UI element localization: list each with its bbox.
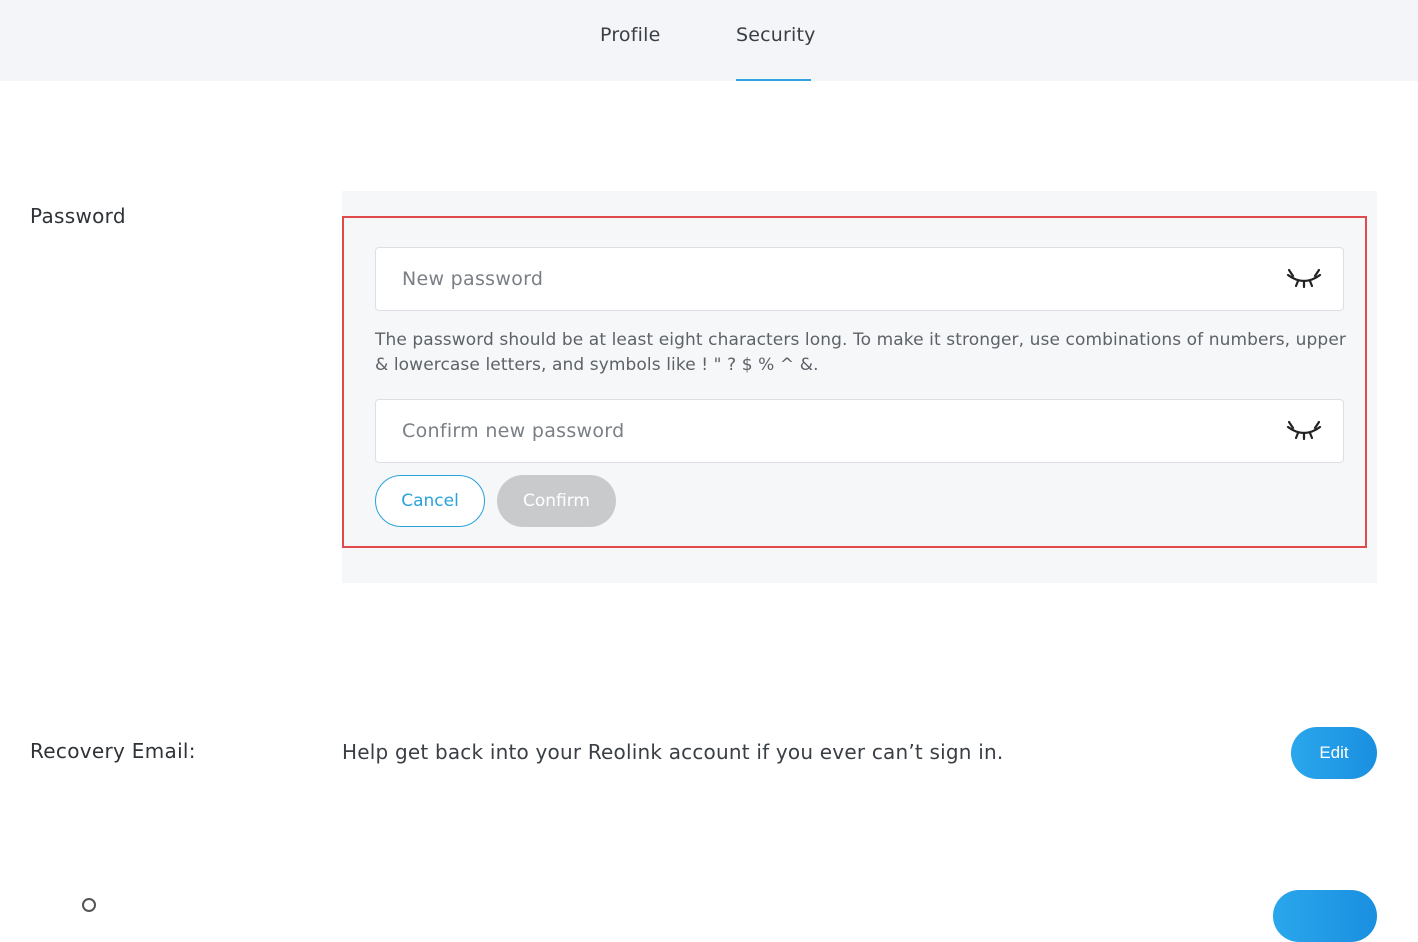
next-section-label-partial bbox=[82, 898, 96, 912]
new-password-field bbox=[375, 247, 1344, 311]
new-password-input[interactable] bbox=[376, 248, 1276, 310]
edit-recovery-email-button[interactable]: Edit bbox=[1291, 727, 1377, 779]
password-hint: The password should be at least eight ch… bbox=[375, 330, 1346, 375]
recovery-email-description: Help get back into your Reolink account … bbox=[342, 740, 1004, 764]
password-section-label: Password bbox=[30, 204, 126, 228]
tab-profile[interactable]: Profile bbox=[600, 0, 660, 81]
top-tab-bar: Profile Security bbox=[0, 0, 1418, 81]
tab-profile-label: Profile bbox=[600, 24, 661, 46]
recovery-email-label: Recovery Email: bbox=[30, 739, 196, 763]
eye-closed-icon[interactable] bbox=[1285, 419, 1323, 443]
confirm-password-field bbox=[375, 399, 1344, 463]
confirm-password-input[interactable] bbox=[376, 400, 1276, 462]
tab-security-label: Security bbox=[736, 24, 816, 46]
eye-closed-icon[interactable] bbox=[1285, 267, 1323, 291]
cancel-button[interactable]: Cancel bbox=[375, 475, 485, 527]
next-section-button-partial[interactable] bbox=[1273, 890, 1377, 942]
confirm-button[interactable]: Confirm bbox=[497, 475, 616, 527]
tab-security[interactable]: Security bbox=[736, 0, 815, 81]
active-tab-indicator bbox=[736, 79, 811, 81]
